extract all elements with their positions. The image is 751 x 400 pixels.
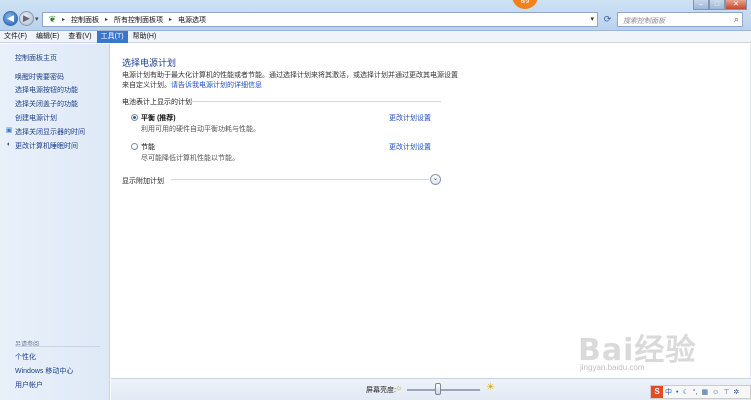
address-dropdown-icon[interactable]: ▾ [590,15,594,23]
sidebar-item-power-button[interactable]: 选择电源按钮的功能 [15,85,78,95]
chevron-right-icon[interactable]: ▸ [169,16,172,23]
divider [191,101,441,102]
punctuation-comma-icon[interactable]: °, [693,389,698,396]
control-panel-home-link[interactable]: 控制面板主页 [15,53,57,63]
section-label: 电池表计上显示的计划 [122,99,192,106]
monitor-icon: ▣ [5,127,13,134]
plan-power-saver-desc: 尽可能降低计算机性能以节能。 [141,155,239,162]
change-plan-settings-power-saver[interactable]: 更改计划设置 [389,142,431,152]
see-also-user-accounts[interactable]: 用户帐户 [15,380,43,390]
close-button[interactable]: ✕ [725,0,747,10]
sogou-logo-icon[interactable]: S [651,386,663,398]
shirt-icon[interactable]: ⊤ [723,388,729,396]
halfwidth-moon-icon[interactable]: ☾ [682,388,688,396]
menu-bar: 文件(F) 编辑(E) 查看(V) 工具(T) 帮助(H) [0,30,751,43]
menu-tools[interactable]: 工具(T) [96,30,128,43]
sidebar-item-require-password[interactable]: 唤醒时需要密码 [15,72,64,82]
page-badge: 6/9 [512,0,538,9]
menu-view[interactable]: 查看(V) [64,31,95,43]
keyboard-icon[interactable]: ▦ [701,388,708,396]
forward-button[interactable]: ▶ [19,11,34,26]
see-also-personalization[interactable]: 个性化 [15,352,36,362]
brightness-label: 屏幕亮度: [366,387,396,394]
bright-sun-icon: ☀ [486,382,495,393]
breadcrumb-all-items[interactable]: 所有控制面板项 [114,15,163,25]
minimize-button[interactable]: – [693,0,709,10]
plan-power-saver-name[interactable]: 节能 [141,142,155,152]
recent-pages-dropdown[interactable]: ▾ [35,15,39,23]
change-plan-settings-balanced[interactable]: 更改计划设置 [389,113,431,123]
plan-balanced-radio[interactable] [131,114,138,121]
brightness-slider-thumb[interactable] [434,383,441,395]
page-title: 选择电源计划 [122,58,177,68]
divider [171,179,429,180]
search-placeholder: 搜索控制面板 [623,18,665,25]
description-line-2: 来自定义计划。请告诉我电源计划的详细信息 [122,80,262,90]
sidebar-item-display-off[interactable]: 选择关闭显示器的时间 [15,127,85,137]
see-also-mobility-center[interactable]: Windows 移动中心 [15,366,73,376]
refresh-icon[interactable]: ⟳ [601,12,614,27]
sidebar-item-lid-close[interactable]: 选择关闭盖子的功能 [15,99,78,109]
chevron-right-icon[interactable]: ▸ [105,16,108,23]
watermark: Bai经验 jingyan.baidu.com [578,325,728,375]
maximize-button[interactable]: □ [709,0,725,10]
plan-balanced-desc: 利用可用的硬件自动平衡功耗与性能。 [141,126,260,133]
plan-power-saver-radio[interactable] [131,143,138,150]
divider [15,346,100,347]
user-icon[interactable]: ☺ [712,389,719,396]
power-plan-details-link[interactable]: 请告诉我电源计划的详细信息 [171,82,262,89]
sidebar-item-sleep-time[interactable]: 更改计算机睡眠时间 [15,141,78,151]
punctuation-icon[interactable]: • [676,389,678,396]
menu-help[interactable]: 帮助(H) [129,31,161,43]
ime-language[interactable]: 中 [665,387,672,397]
ime-toolbar: S 中 • ☾ °, ▦ ☺ ⊤ ✲ [650,385,751,399]
breadcrumb-control-panel[interactable]: 控制面板 [71,15,99,25]
plan-balanced-name[interactable]: 平衡 (推荐) [141,113,176,123]
chevron-right-icon[interactable]: ▸ [62,16,65,23]
title-bar: 6/9 ◀ ▶ ▾ ❦ ▸ 控制面板 ▸ 所有控制面板项 ▸ 电源选项 ▾ ⟳ … [0,0,751,31]
breadcrumb-power-options[interactable]: 电源选项 [178,15,206,25]
left-pane: 控制面板主页 唤醒时需要密码 选择电源按钮的功能 选择关闭盖子的功能 创建电源计… [0,44,110,400]
menu-edit[interactable]: 编辑(E) [32,31,63,43]
show-additional-plans-label[interactable]: 显示附加计划 [122,176,164,186]
menu-file[interactable]: 文件(F) [0,31,31,43]
description-line-1: 电源计划有助于最大化计算机的性能或者节能。通过选择计划来将其激活，或选择计划并通… [122,72,458,79]
search-icon[interactable]: ⌕ [734,14,739,25]
search-input[interactable]: 搜索控制面板 ⌕ [617,12,743,27]
brightness-slider-track[interactable] [407,389,480,391]
address-bar[interactable]: ❦ ▸ 控制面板 ▸ 所有控制面板项 ▸ 电源选项 ▾ [42,12,598,27]
window-controls: – □ ✕ [693,0,747,10]
watermark-url: jingyan.baidu.com [580,363,645,372]
back-button[interactable]: ◀ [3,11,18,26]
control-panel-icon: ❦ [48,14,57,24]
expand-chevron-icon[interactable]: ⌄ [430,174,441,185]
tools-icon[interactable]: ✲ [733,388,739,396]
sidebar-item-create-plan[interactable]: 创建电源计划 [15,113,57,123]
dim-sun-icon: ☼ [395,383,403,392]
description-text: 来自定义计划。 [122,82,171,89]
moon-icon: ◐ [6,141,12,148]
